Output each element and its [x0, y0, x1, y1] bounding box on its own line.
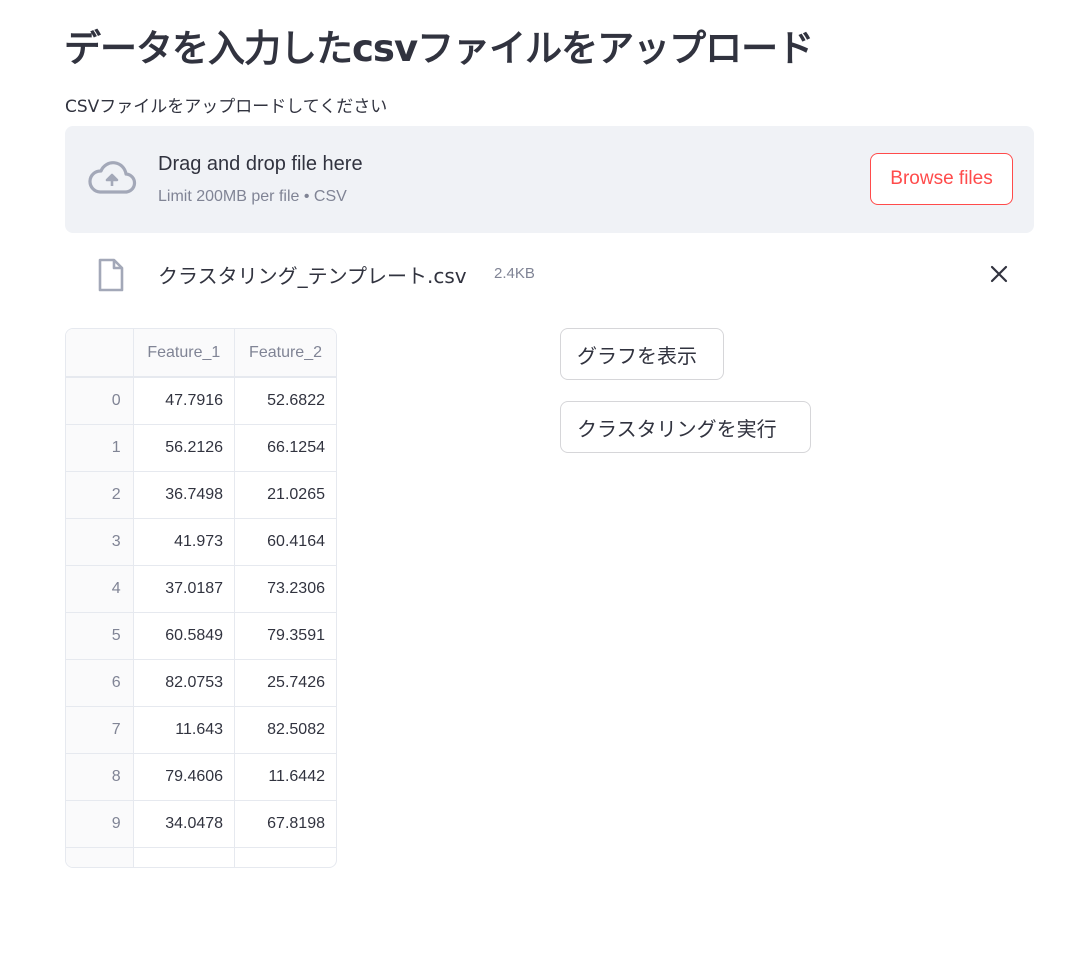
column-header-feature-1[interactable]: Feature_1 [133, 329, 236, 378]
table-row: 3 41.973 60.4164 [66, 518, 336, 566]
table-row: 9 34.0478 67.8198 [66, 800, 336, 848]
row-index: 8 [66, 753, 134, 801]
page-title: データを入力したcsvファイルをアップロード [64, 27, 814, 70]
table-cell[interactable]: 79.3591 [234, 612, 336, 660]
table-row: 4 37.0187 73.2306 [66, 565, 336, 613]
table-cell[interactable]: 82.5082 [234, 706, 336, 754]
table-cell[interactable]: 34.0478 [133, 800, 236, 848]
cloud-upload-icon [88, 161, 137, 194]
drop-instructions: Drag and drop file here [158, 153, 363, 175]
row-index [66, 847, 134, 867]
table-cell[interactable]: 79.4606 [133, 753, 236, 801]
row-index: 3 [66, 518, 134, 566]
run-clustering-button[interactable]: クラスタリングを実行 [560, 401, 811, 453]
row-index: 0 [66, 377, 134, 425]
column-header-feature-2[interactable]: Feature_2 [234, 329, 336, 378]
table-cell[interactable]: 66.1254 [234, 424, 336, 472]
upload-limit-text: Limit 200MB per file • CSV [158, 188, 347, 205]
close-icon[interactable] [987, 262, 1011, 286]
table-cell[interactable]: 41.973 [133, 518, 236, 566]
table-row: 0 47.7916 52.6822 [66, 377, 336, 425]
row-index: 2 [66, 471, 134, 519]
table-cell[interactable]: 56.2126 [133, 424, 236, 472]
table-cell[interactable]: 37.0187 [133, 565, 236, 613]
uploader-label: CSVファイルをアップロードしてください [65, 97, 388, 117]
table-row: 7 11.643 82.5082 [66, 706, 336, 754]
table-row [66, 847, 336, 867]
uploaded-file-size: 2.4KB [494, 265, 535, 282]
uploaded-file-item: クラスタリング_テンプレート.csv 2.4KB [65, 250, 1034, 298]
table-cell[interactable]: 25.7426 [234, 659, 336, 707]
table-cell[interactable] [234, 847, 336, 867]
table-cell[interactable]: 73.2306 [234, 565, 336, 613]
table-row: 5 60.5849 79.3591 [66, 612, 336, 660]
row-index: 7 [66, 706, 134, 754]
table-cell[interactable]: 21.0265 [234, 471, 336, 519]
table-cell[interactable]: 36.7498 [133, 471, 236, 519]
table-row: 2 36.7498 21.0265 [66, 471, 336, 519]
row-index: 6 [66, 659, 134, 707]
file-icon [98, 258, 124, 292]
table-cell[interactable]: 52.6822 [234, 377, 336, 425]
row-index: 9 [66, 800, 134, 848]
table-header-row: Feature_1 Feature_2 [66, 329, 336, 378]
table-row: 6 82.0753 25.7426 [66, 659, 336, 707]
table-row: 8 79.4606 11.6442 [66, 753, 336, 801]
table-cell[interactable]: 47.7916 [133, 377, 236, 425]
table-row: 1 56.2126 66.1254 [66, 424, 336, 472]
table-cell[interactable]: 11.6442 [234, 753, 336, 801]
table-cell[interactable]: 60.4164 [234, 518, 336, 566]
table-cell[interactable]: 60.5849 [133, 612, 236, 660]
table-cell[interactable]: 67.8198 [234, 800, 336, 848]
row-index: 1 [66, 424, 134, 472]
index-column-header [66, 329, 134, 378]
table-cell[interactable]: 11.643 [133, 706, 236, 754]
row-index: 4 [66, 565, 134, 613]
row-index: 5 [66, 612, 134, 660]
browse-files-button[interactable]: Browse files [870, 153, 1013, 205]
table-cell[interactable]: 82.0753 [133, 659, 236, 707]
show-graph-button[interactable]: グラフを表示 [560, 328, 724, 380]
uploaded-file-name: クラスタリング_テンプレート.csv [158, 264, 467, 288]
file-dropzone[interactable]: Drag and drop file here Limit 200MB per … [65, 126, 1034, 233]
dataframe-table[interactable]: Feature_1 Feature_2 0 47.7916 52.6822 1 … [65, 328, 337, 868]
table-cell[interactable] [133, 847, 236, 867]
